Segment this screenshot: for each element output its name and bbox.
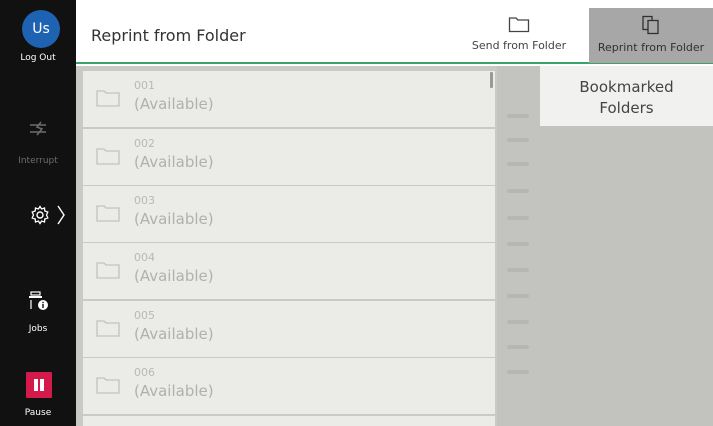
log-out-button[interactable]: Log Out — [0, 53, 76, 63]
index-marker[interactable] — [507, 345, 529, 349]
index-marker[interactable] — [507, 320, 529, 324]
left-rail: Us Log Out Interrupt Jobs Pause — [0, 0, 76, 426]
folder-status: (Available) — [134, 153, 214, 171]
folder-row[interactable]: 004 (Available) — [83, 243, 495, 299]
bookmarked-folders-button[interactable]: Bookmarked Folders — [540, 66, 713, 126]
folder-number: 006 — [134, 366, 155, 379]
user-avatar[interactable]: Us — [22, 10, 60, 48]
tab-reprint-from-folder[interactable]: Reprint from Folder — [589, 8, 713, 63]
page-title: Reprint from Folder — [91, 26, 246, 45]
tab-send-label: Send from Folder — [471, 39, 567, 52]
folder-icon — [96, 90, 120, 107]
folder-icon — [96, 205, 120, 222]
tab-reprint-label: Reprint from Folder — [597, 41, 705, 54]
interrupt-icon — [28, 120, 48, 142]
bookmarked-label-line1: Bookmarked — [579, 78, 674, 96]
pause-button[interactable] — [26, 372, 52, 398]
folder-icon — [96, 148, 120, 165]
folder-status: (Available) — [134, 267, 214, 285]
index-marker[interactable] — [507, 370, 529, 374]
folder-number: 001 — [134, 79, 155, 92]
header-bar: Reprint from Folder Send from Folder Rep… — [76, 0, 713, 64]
jobs-button[interactable]: Jobs — [0, 324, 76, 334]
folder-number: 003 — [134, 194, 155, 207]
folder-row[interactable]: 003 (Available) — [83, 186, 495, 242]
folder-number: 005 — [134, 309, 155, 322]
folder-status: (Available) — [134, 382, 214, 400]
jobs-icon[interactable] — [28, 290, 50, 316]
bookmarked-label-line2: Folders — [599, 99, 654, 117]
folder-status: (Available) — [134, 210, 214, 228]
folder-icon — [96, 320, 120, 337]
folder-list: 001 (Available) 002 (Available) 003 (Ava… — [76, 66, 538, 426]
index-marker[interactable] — [507, 216, 529, 220]
folder-status: (Available) — [134, 325, 214, 343]
folder-row-partial — [83, 416, 495, 426]
folder-number: 002 — [134, 137, 155, 150]
tab-send-from-folder[interactable]: Send from Folder — [464, 8, 574, 62]
folder-status: (Available) — [134, 95, 214, 113]
index-marker[interactable] — [507, 114, 529, 118]
index-marker[interactable] — [507, 162, 529, 166]
index-marker[interactable] — [507, 242, 529, 246]
list-scrollbar[interactable] — [490, 72, 493, 88]
copy-pages-icon — [642, 15, 659, 35]
folder-row[interactable]: 006 (Available) — [83, 358, 495, 414]
index-jump-strip[interactable] — [497, 66, 540, 426]
pause-label: Pause — [24, 408, 52, 418]
folder-icon — [96, 377, 120, 394]
folder-icon — [508, 17, 530, 33]
interrupt-button: Interrupt — [18, 156, 58, 166]
chevron-right-icon[interactable] — [56, 204, 66, 230]
index-marker[interactable] — [507, 138, 529, 142]
settings-gear-icon[interactable] — [30, 205, 50, 229]
right-panel: Bookmarked Folders — [540, 66, 713, 426]
index-marker[interactable] — [507, 189, 529, 193]
folder-icon — [96, 262, 120, 279]
folder-row[interactable]: 005 (Available) — [83, 301, 495, 357]
folder-row[interactable]: 002 (Available) — [83, 129, 495, 185]
folder-row[interactable]: 001 (Available) — [83, 71, 495, 127]
index-marker[interactable] — [507, 268, 529, 272]
folder-number: 004 — [134, 251, 155, 264]
index-marker[interactable] — [507, 294, 529, 298]
